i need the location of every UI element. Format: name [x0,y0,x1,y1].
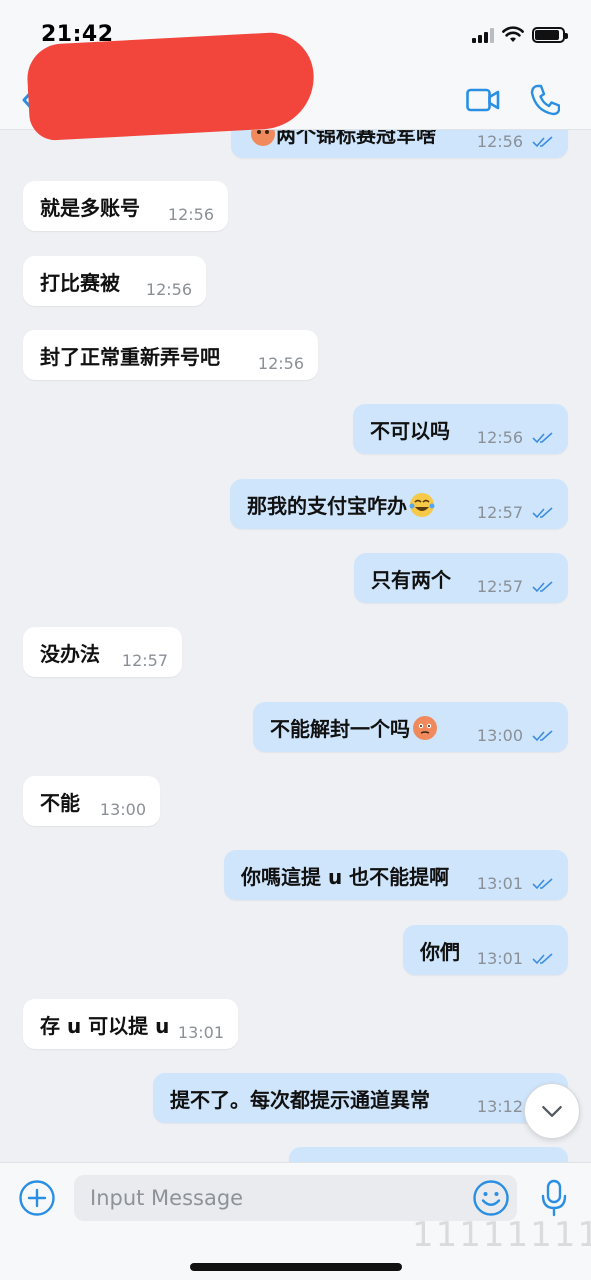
read-receipt-icon [532,581,553,593]
message-outgoing[interactable]: 你們 13:01 [403,925,568,975]
video-call-button[interactable] [466,88,500,112]
message-time: 12:56 [476,132,523,151]
redaction-mark [25,30,317,142]
message-time: 12:56 [167,205,214,224]
message-time: 13:00 [99,800,146,819]
wifi-icon [502,26,524,42]
message-text: 没办法 [40,642,100,666]
message-outgoing[interactable]: 不能解封一个吗 13:00 [253,702,568,752]
message-time: 12:57 [121,651,168,670]
message-time: 12:56 [257,354,304,373]
message-text: 不能 [40,791,80,815]
message-incoming[interactable]: 就是多账号 12:56 [23,181,228,231]
message-list[interactable]: 两个锦标赛冠军啥 12:56 就是多账号 12:56 打比赛被 12:56 封了… [0,130,591,1162]
message-time: 13:00 [476,726,523,745]
message-text: 提不了。每次都提示通道異常 [170,1088,430,1112]
message-text: 不可以吗 [370,419,450,443]
message-incoming[interactable]: 没办法 12:57 [23,627,182,677]
message-incoming[interactable]: 封了正常重新弄号吧 12:56 [23,330,318,380]
message-outgoing[interactable]: 两个锦标赛冠军啥 12:56 [231,130,568,158]
message-outgoing[interactable]: 提不了。每次都提示通道異常 13:12 [153,1073,568,1123]
battery-icon [532,26,568,43]
composer-bar: Input Message 11111111 [0,1162,591,1280]
read-receipt-icon [532,507,553,519]
home-indicator [190,1263,402,1271]
message-outgoing[interactable]: 不可以吗 12:56 [353,404,568,454]
message-time: 12:56 [476,428,523,447]
battery-level [535,29,560,40]
message-text: 你們 [420,940,460,964]
message-input-placeholder: Input Message [90,1186,244,1210]
message-text: 你嗎這提 u 也不能提啊 [241,865,450,889]
emoji-picker-button[interactable] [472,1179,510,1217]
message-time: 12:56 [145,280,192,299]
message-incoming[interactable]: 存 u 可以提 u 13:01 [23,999,238,1049]
message-text: 打比赛被 [40,271,120,295]
message-time: 13:01 [476,949,523,968]
message-time: 12:57 [476,577,523,596]
read-receipt-icon [532,432,553,444]
message-outgoing[interactable]: 只有两个 12:57 [354,553,568,603]
read-receipt-icon [532,878,553,890]
read-receipt-icon [532,136,553,148]
message-outgoing[interactable]: 那我的支付宝咋办 12:57 [230,479,568,529]
message-text: 就是多账号 [40,196,140,220]
message-time: 13:01 [177,1023,224,1042]
cellular-signal-icon [472,27,494,43]
message-text: 那我的支付宝咋办 [247,490,435,519]
message-text: 只有两个 [371,568,451,592]
read-receipt-icon [532,730,553,742]
voice-call-button[interactable] [530,84,560,116]
message-incoming[interactable]: 不能 13:00 [23,776,160,826]
chat-header: 21:42 ntly [0,0,591,142]
message-time: 13:01 [476,874,523,893]
message-text: 存 u 可以提 u [40,1014,170,1038]
microphone-button[interactable] [540,1179,568,1217]
read-receipt-icon [532,953,553,965]
blushing-face-emoji-icon [413,716,437,740]
status-icons [472,26,568,43]
message-incoming[interactable]: 打比赛被 12:56 [23,256,206,306]
message-text: 不能解封一个吗 [270,713,438,742]
scroll-to-bottom-button[interactable] [524,1083,580,1139]
message-outgoing-partial[interactable] [289,1147,568,1162]
tears-of-joy-emoji-icon [409,493,435,517]
message-time: 13:12 [476,1097,523,1116]
message-text: 封了正常重新弄号吧 [40,345,220,369]
message-time: 12:57 [476,503,523,522]
add-attachment-button[interactable] [18,1179,56,1217]
message-text: 两个锦标赛冠军啥 [248,130,436,148]
angry-face-emoji-icon [251,130,275,146]
watermark: 11111111 [412,1215,591,1255]
message-outgoing[interactable]: 你嗎這提 u 也不能提啊 13:01 [224,850,568,900]
